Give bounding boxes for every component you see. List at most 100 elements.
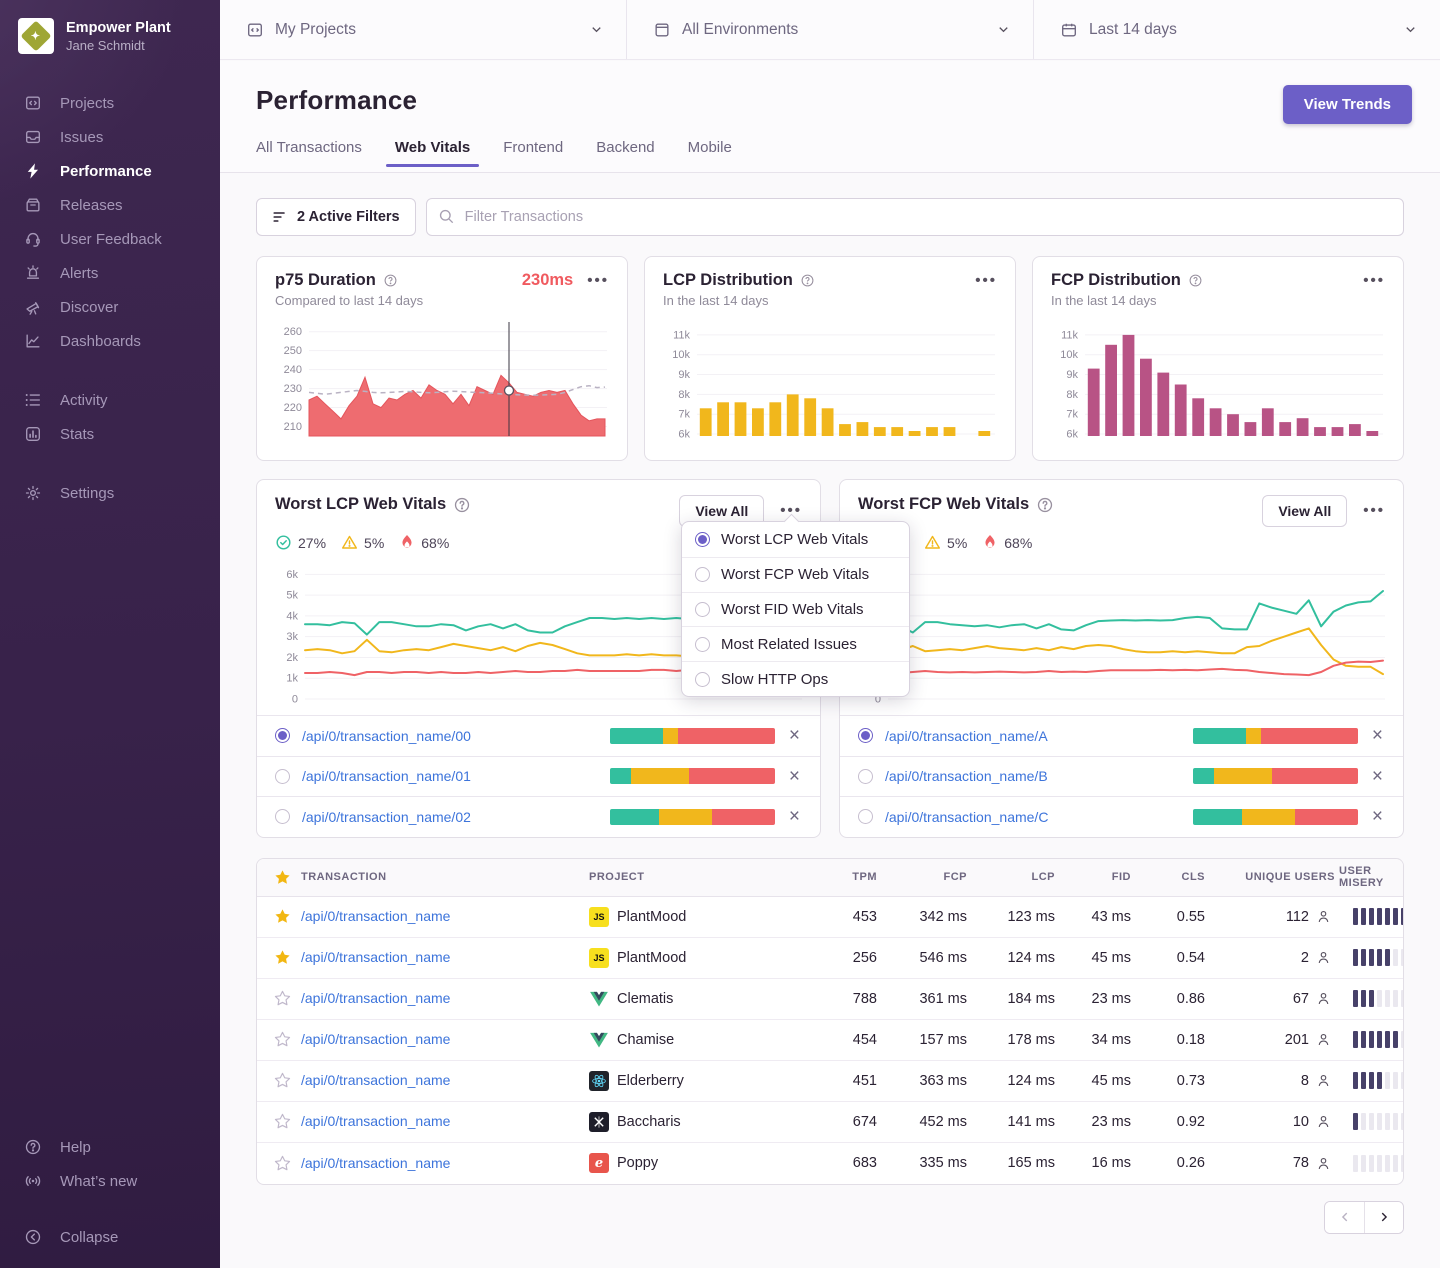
sidebar-item-activity[interactable]: Activity xyxy=(0,383,220,417)
date-range-selector[interactable]: Last 14 days xyxy=(1033,0,1440,59)
tab-web-vitals[interactable]: Web Vitals xyxy=(395,139,470,166)
star-toggle[interactable] xyxy=(257,1155,301,1172)
column-header-cls[interactable]: CLS xyxy=(1135,871,1209,883)
ellipsis-menu-icon[interactable]: ••• xyxy=(587,276,609,286)
menu-item-most-related-issues[interactable]: Most Related Issues xyxy=(682,626,909,661)
transaction-link[interactable]: /api/0/transaction_name xyxy=(301,949,450,965)
project-cell[interactable]: Elderberry xyxy=(589,1071,817,1091)
sidebar-item-help[interactable]: Help xyxy=(0,1130,220,1164)
menu-item-worst-fid-web-vitals[interactable]: Worst FID Web Vitals xyxy=(682,592,909,627)
sidebar-item-label: Discover xyxy=(60,299,118,316)
transaction-link[interactable]: /api/0/transaction_name/C xyxy=(885,809,1181,825)
close-icon[interactable]: × xyxy=(1370,726,1385,745)
help-icon[interactable] xyxy=(1188,273,1203,288)
next-page-button[interactable] xyxy=(1364,1202,1403,1233)
close-icon[interactable]: × xyxy=(1370,807,1385,826)
project-cell[interactable]: Clematis xyxy=(589,989,817,1009)
view-trends-button[interactable]: View Trends xyxy=(1283,85,1412,124)
star-toggle[interactable] xyxy=(257,990,301,1007)
ellipsis-menu-icon[interactable]: ••• xyxy=(1363,276,1385,286)
help-icon[interactable] xyxy=(800,273,815,288)
vitals-transaction-list: /api/0/transaction_name/00 × /api/0/tran… xyxy=(257,715,820,837)
prev-page-button[interactable] xyxy=(1325,1202,1364,1233)
ellipsis-menu-icon[interactable]: ••• xyxy=(975,276,997,286)
transaction-radio[interactable] xyxy=(275,769,290,784)
column-header-lcp[interactable]: LCP xyxy=(971,871,1059,883)
transaction-link[interactable]: /api/0/transaction_name xyxy=(301,1031,450,1047)
vitals-transaction-row: /api/0/transaction_name/A × xyxy=(840,715,1403,756)
transaction-link[interactable]: /api/0/transaction_name/B xyxy=(885,768,1181,784)
star-toggle[interactable] xyxy=(257,949,301,966)
close-icon[interactable]: × xyxy=(1370,767,1385,786)
transaction-link[interactable]: /api/0/transaction_name/A xyxy=(885,728,1181,744)
star-toggle[interactable] xyxy=(257,1072,301,1089)
org-switcher[interactable]: ✦ Empower Plant Jane Schmidt xyxy=(0,0,220,64)
environment-selector[interactable]: All Environments xyxy=(626,0,1033,59)
star-toggle[interactable] xyxy=(257,1113,301,1130)
project-cell[interactable]: JSPlantMood xyxy=(589,907,817,927)
star-toggle[interactable] xyxy=(257,908,301,925)
column-header-unique-users[interactable]: UNIQUE USERS xyxy=(1209,871,1339,883)
project-cell[interactable]: ePoppy xyxy=(589,1153,817,1173)
sidebar-item-projects[interactable]: Projects xyxy=(0,86,220,120)
transaction-link[interactable]: /api/0/transaction_name xyxy=(301,1155,450,1171)
project-cell[interactable]: Chamise xyxy=(589,1030,817,1050)
transaction-link[interactable]: /api/0/transaction_name/01 xyxy=(302,768,598,784)
project-cell[interactable]: Baccharis xyxy=(589,1112,817,1132)
sidebar-item-performance[interactable]: Performance xyxy=(0,154,220,188)
view-all-button[interactable]: View All xyxy=(1262,495,1347,527)
tab-backend[interactable]: Backend xyxy=(596,139,654,166)
transaction-radio[interactable] xyxy=(275,809,290,824)
tab-all-transactions[interactable]: All Transactions xyxy=(256,139,362,166)
sidebar-item-dashboards[interactable]: Dashboards xyxy=(0,324,220,358)
column-header-fid[interactable]: FID xyxy=(1059,871,1135,883)
transaction-link[interactable]: /api/0/transaction_name xyxy=(301,1113,450,1129)
sidebar-nav: ProjectsIssuesPerformanceReleasesUser Fe… xyxy=(0,86,220,510)
project-cell[interactable]: JSPlantMood xyxy=(589,948,817,968)
menu-item-worst-fcp-web-vitals[interactable]: Worst FCP Web Vitals xyxy=(682,557,909,592)
transaction-radio[interactable] xyxy=(858,728,873,743)
sidebar-item-alerts[interactable]: Alerts xyxy=(0,256,220,290)
help-icon[interactable] xyxy=(383,273,398,288)
project-selector[interactable]: My Projects xyxy=(220,0,626,59)
column-header-fcp[interactable]: FCP xyxy=(881,871,971,883)
menu-item-label: Worst FID Web Vitals xyxy=(721,601,864,618)
transaction-radio[interactable] xyxy=(858,809,873,824)
transaction-link[interactable]: /api/0/transaction_name/00 xyxy=(302,728,598,744)
sidebar-item-what-s-new[interactable]: What’s new xyxy=(0,1164,220,1198)
active-filters-button[interactable]: 2 Active Filters xyxy=(256,198,416,236)
transaction-link[interactable]: /api/0/transaction_name/02 xyxy=(302,809,598,825)
transaction-link[interactable]: /api/0/transaction_name xyxy=(301,990,450,1006)
search-input[interactable] xyxy=(426,198,1404,236)
column-header-project[interactable]: PROJECT xyxy=(589,871,817,883)
column-header-transaction[interactable]: TRANSACTION xyxy=(301,871,589,883)
close-icon[interactable]: × xyxy=(787,767,802,786)
help-icon[interactable] xyxy=(1036,496,1054,514)
close-icon[interactable]: × xyxy=(787,807,802,826)
filter-row: 2 Active Filters xyxy=(256,198,1404,236)
tab-frontend[interactable]: Frontend xyxy=(503,139,563,166)
sidebar-item-discover[interactable]: Discover xyxy=(0,290,220,324)
close-icon[interactable]: × xyxy=(787,726,802,745)
sidebar-item-stats[interactable]: Stats xyxy=(0,417,220,451)
transaction-radio[interactable] xyxy=(275,728,290,743)
tab-mobile[interactable]: Mobile xyxy=(688,139,732,166)
filter-icon xyxy=(272,209,288,225)
sidebar-collapse-button[interactable]: Collapse xyxy=(0,1220,220,1254)
transaction-link[interactable]: /api/0/transaction_name xyxy=(301,1072,450,1088)
table-row: /api/0/transaction_name Chamise 454 157 … xyxy=(257,1020,1403,1061)
transaction-radio[interactable] xyxy=(858,769,873,784)
sidebar-item-user-feedback[interactable]: User Feedback xyxy=(0,222,220,256)
help-icon[interactable] xyxy=(453,496,471,514)
sidebar-item-issues[interactable]: Issues xyxy=(0,120,220,154)
star-toggle[interactable] xyxy=(257,1031,301,1048)
transaction-link[interactable]: /api/0/transaction_name xyxy=(301,908,450,924)
menu-item-slow-http-ops[interactable]: Slow HTTP Ops xyxy=(682,661,909,696)
sidebar-item-releases[interactable]: Releases xyxy=(0,188,220,222)
column-header-user-misery[interactable]: USER MISERY xyxy=(1339,865,1403,889)
ellipsis-menu-icon[interactable]: ••• xyxy=(1363,506,1385,516)
menu-item-worst-lcp-web-vitals[interactable]: Worst LCP Web Vitals xyxy=(682,522,909,557)
sidebar-item-settings[interactable]: Settings xyxy=(0,476,220,510)
column-header-tpm[interactable]: TPM xyxy=(817,871,881,883)
key-transactions-star-icon[interactable] xyxy=(257,869,301,886)
